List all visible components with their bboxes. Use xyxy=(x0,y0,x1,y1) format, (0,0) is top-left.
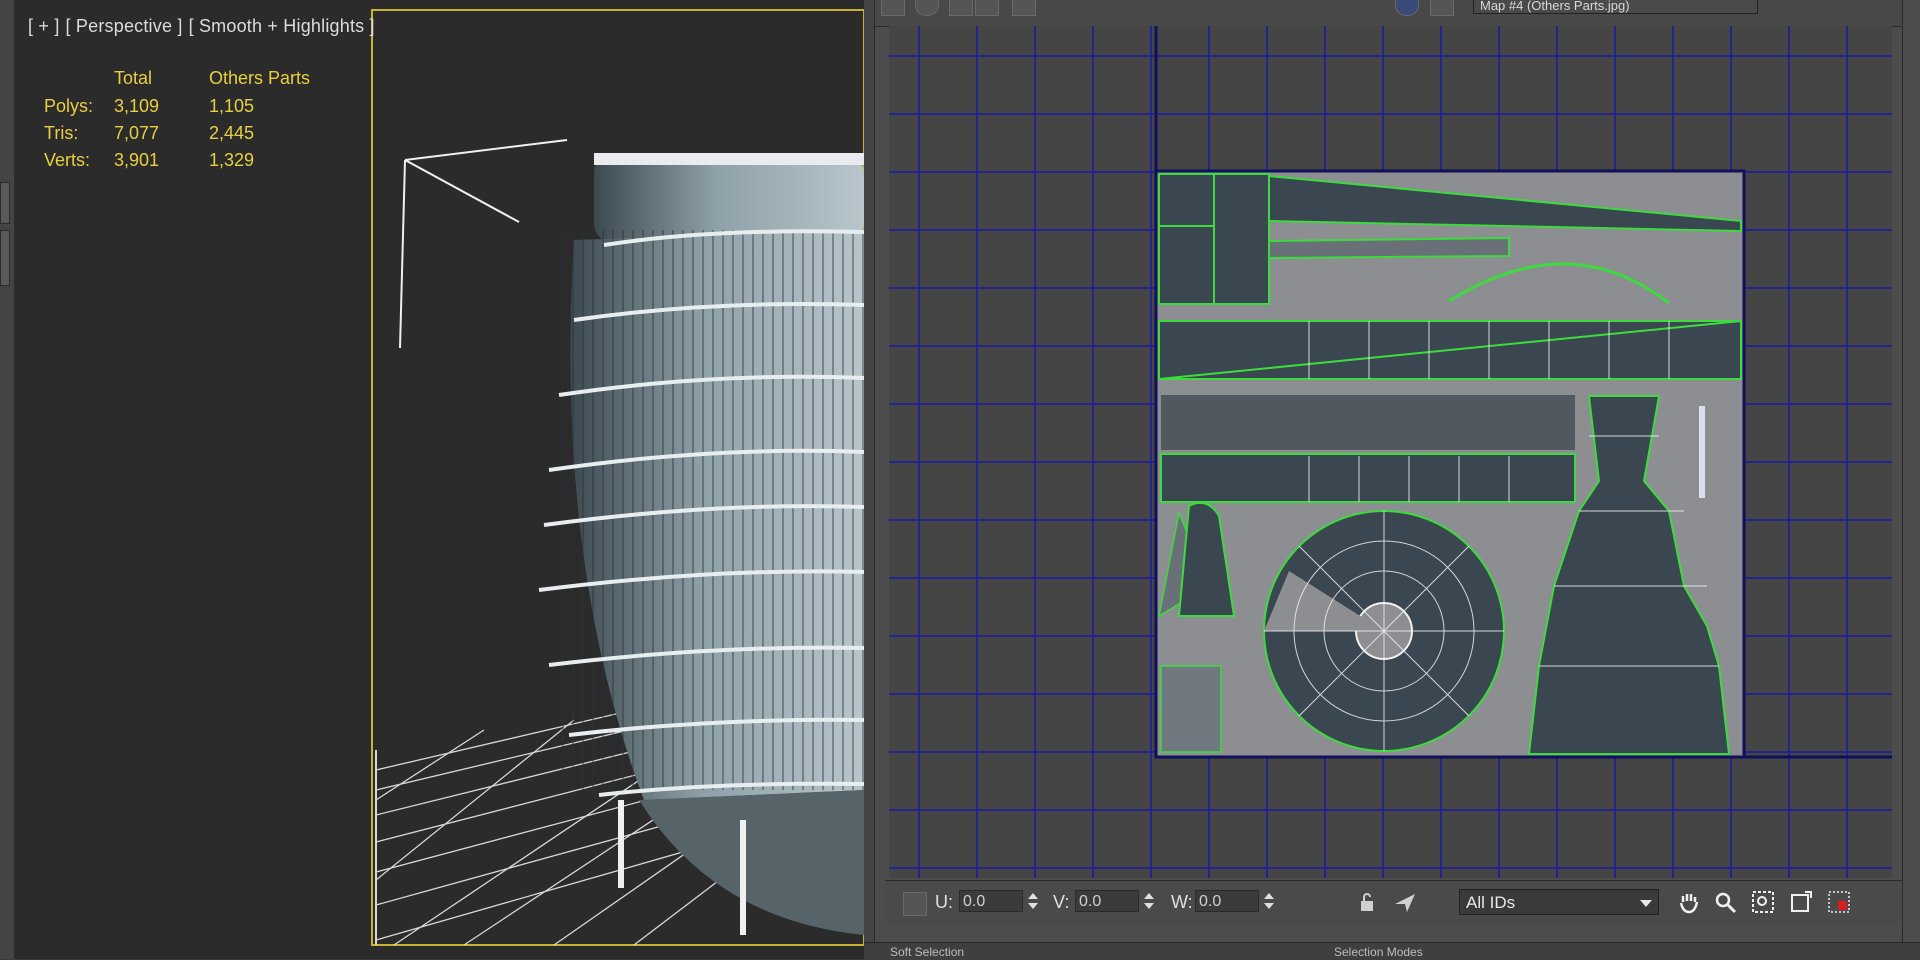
v-field[interactable]: 0.0 xyxy=(1075,890,1139,912)
camera-gizmo xyxy=(399,139,568,349)
show-map-icon[interactable] xyxy=(1430,0,1454,16)
uv-rollout-bar: Soft Selection Selection Modes xyxy=(864,942,1920,960)
stats-header-total: Total xyxy=(114,68,153,88)
stats-row-total: 3,901 xyxy=(114,150,160,170)
rotate-icon[interactable] xyxy=(915,0,939,16)
uv-editor-window: Map #4 (Others Parts.jpg) U: 0.0 V: 0.0 … xyxy=(864,0,1920,959)
ids-dropdown-value: All IDs xyxy=(1466,893,1516,912)
stats-row-label: Polys: xyxy=(44,96,94,116)
v-label: V: xyxy=(1053,892,1070,912)
uv-toolbar: Map #4 (Others Parts.jpg) xyxy=(875,0,1903,27)
selection-modes-rollout[interactable]: Selection Modes xyxy=(1334,945,1423,959)
w-spinner[interactable] xyxy=(1263,890,1275,912)
stats-row-total: 7,077 xyxy=(114,123,160,143)
side-tab[interactable] xyxy=(0,182,10,224)
left-side-strip xyxy=(0,0,15,959)
stats-header-selection: Others Parts xyxy=(209,68,311,88)
mirror-icon[interactable] xyxy=(1012,0,1036,16)
ids-dropdown[interactable]: All IDs xyxy=(1459,889,1659,915)
map-dropdown[interactable]: Map #4 (Others Parts.jpg) xyxy=(1473,0,1758,14)
stats-row-selection: 1,105 xyxy=(209,96,255,116)
zoom-extents-icon[interactable] xyxy=(1789,890,1813,914)
zoom-icon[interactable] xyxy=(1713,890,1737,914)
soft-selection-rollout[interactable]: Soft Selection xyxy=(890,945,964,959)
uv-layout xyxy=(889,26,1892,878)
stats-row-selection: 1,329 xyxy=(209,150,255,170)
uv-editor-frame: Map #4 (Others Parts.jpg) U: 0.0 V: 0.0 … xyxy=(874,0,1913,942)
stats-row-label: Verts: xyxy=(44,150,91,170)
w-label: W: xyxy=(1171,892,1193,912)
lock-icon[interactable] xyxy=(1355,890,1379,914)
stats-row-selection: 2,445 xyxy=(209,123,255,143)
uv-status-bar: U: 0.0 V: 0.0 W: 0.0 All IDs xyxy=(885,880,1913,925)
chevron-down-icon xyxy=(1640,900,1652,907)
perspective-viewport[interactable]: [ + ] [ Perspective ] [ Smooth + Highlight… xyxy=(14,0,864,959)
scale-icon[interactable] xyxy=(949,0,973,16)
grid-snap-icon[interactable] xyxy=(1827,890,1851,914)
freeform-icon[interactable] xyxy=(975,0,999,16)
u-label: U: xyxy=(935,892,953,912)
viewport-menu-perspective[interactable]: [ Perspective ] xyxy=(66,16,183,36)
u-field[interactable]: 0.0 xyxy=(959,890,1023,912)
building-model xyxy=(538,153,864,935)
right-panel-edge xyxy=(1902,0,1920,959)
v-spinner[interactable] xyxy=(1143,890,1155,912)
move-icon[interactable] xyxy=(881,0,905,16)
viewport-menu-plus[interactable]: [ + ] xyxy=(28,16,60,36)
viewport-label[interactable]: [ + ] [ Perspective ] [ Smooth + Highlight… xyxy=(28,16,381,37)
side-tab[interactable] xyxy=(0,230,10,286)
stats-row-total: 3,109 xyxy=(114,96,160,116)
w-field[interactable]: 0.0 xyxy=(1195,890,1259,912)
uv-canvas[interactable] xyxy=(889,26,1892,878)
pan-icon[interactable] xyxy=(1677,890,1701,914)
checker-icon[interactable] xyxy=(1395,0,1419,16)
stats-row-label: Tris: xyxy=(44,123,79,143)
zoom-region-icon[interactable] xyxy=(1751,890,1775,914)
viewport-menu-shading[interactable]: [ Smooth + Highlights ] xyxy=(189,16,375,36)
u-spinner[interactable] xyxy=(1027,890,1039,912)
options-icon[interactable] xyxy=(1393,890,1417,914)
absolute-offset-icon[interactable] xyxy=(903,892,927,916)
